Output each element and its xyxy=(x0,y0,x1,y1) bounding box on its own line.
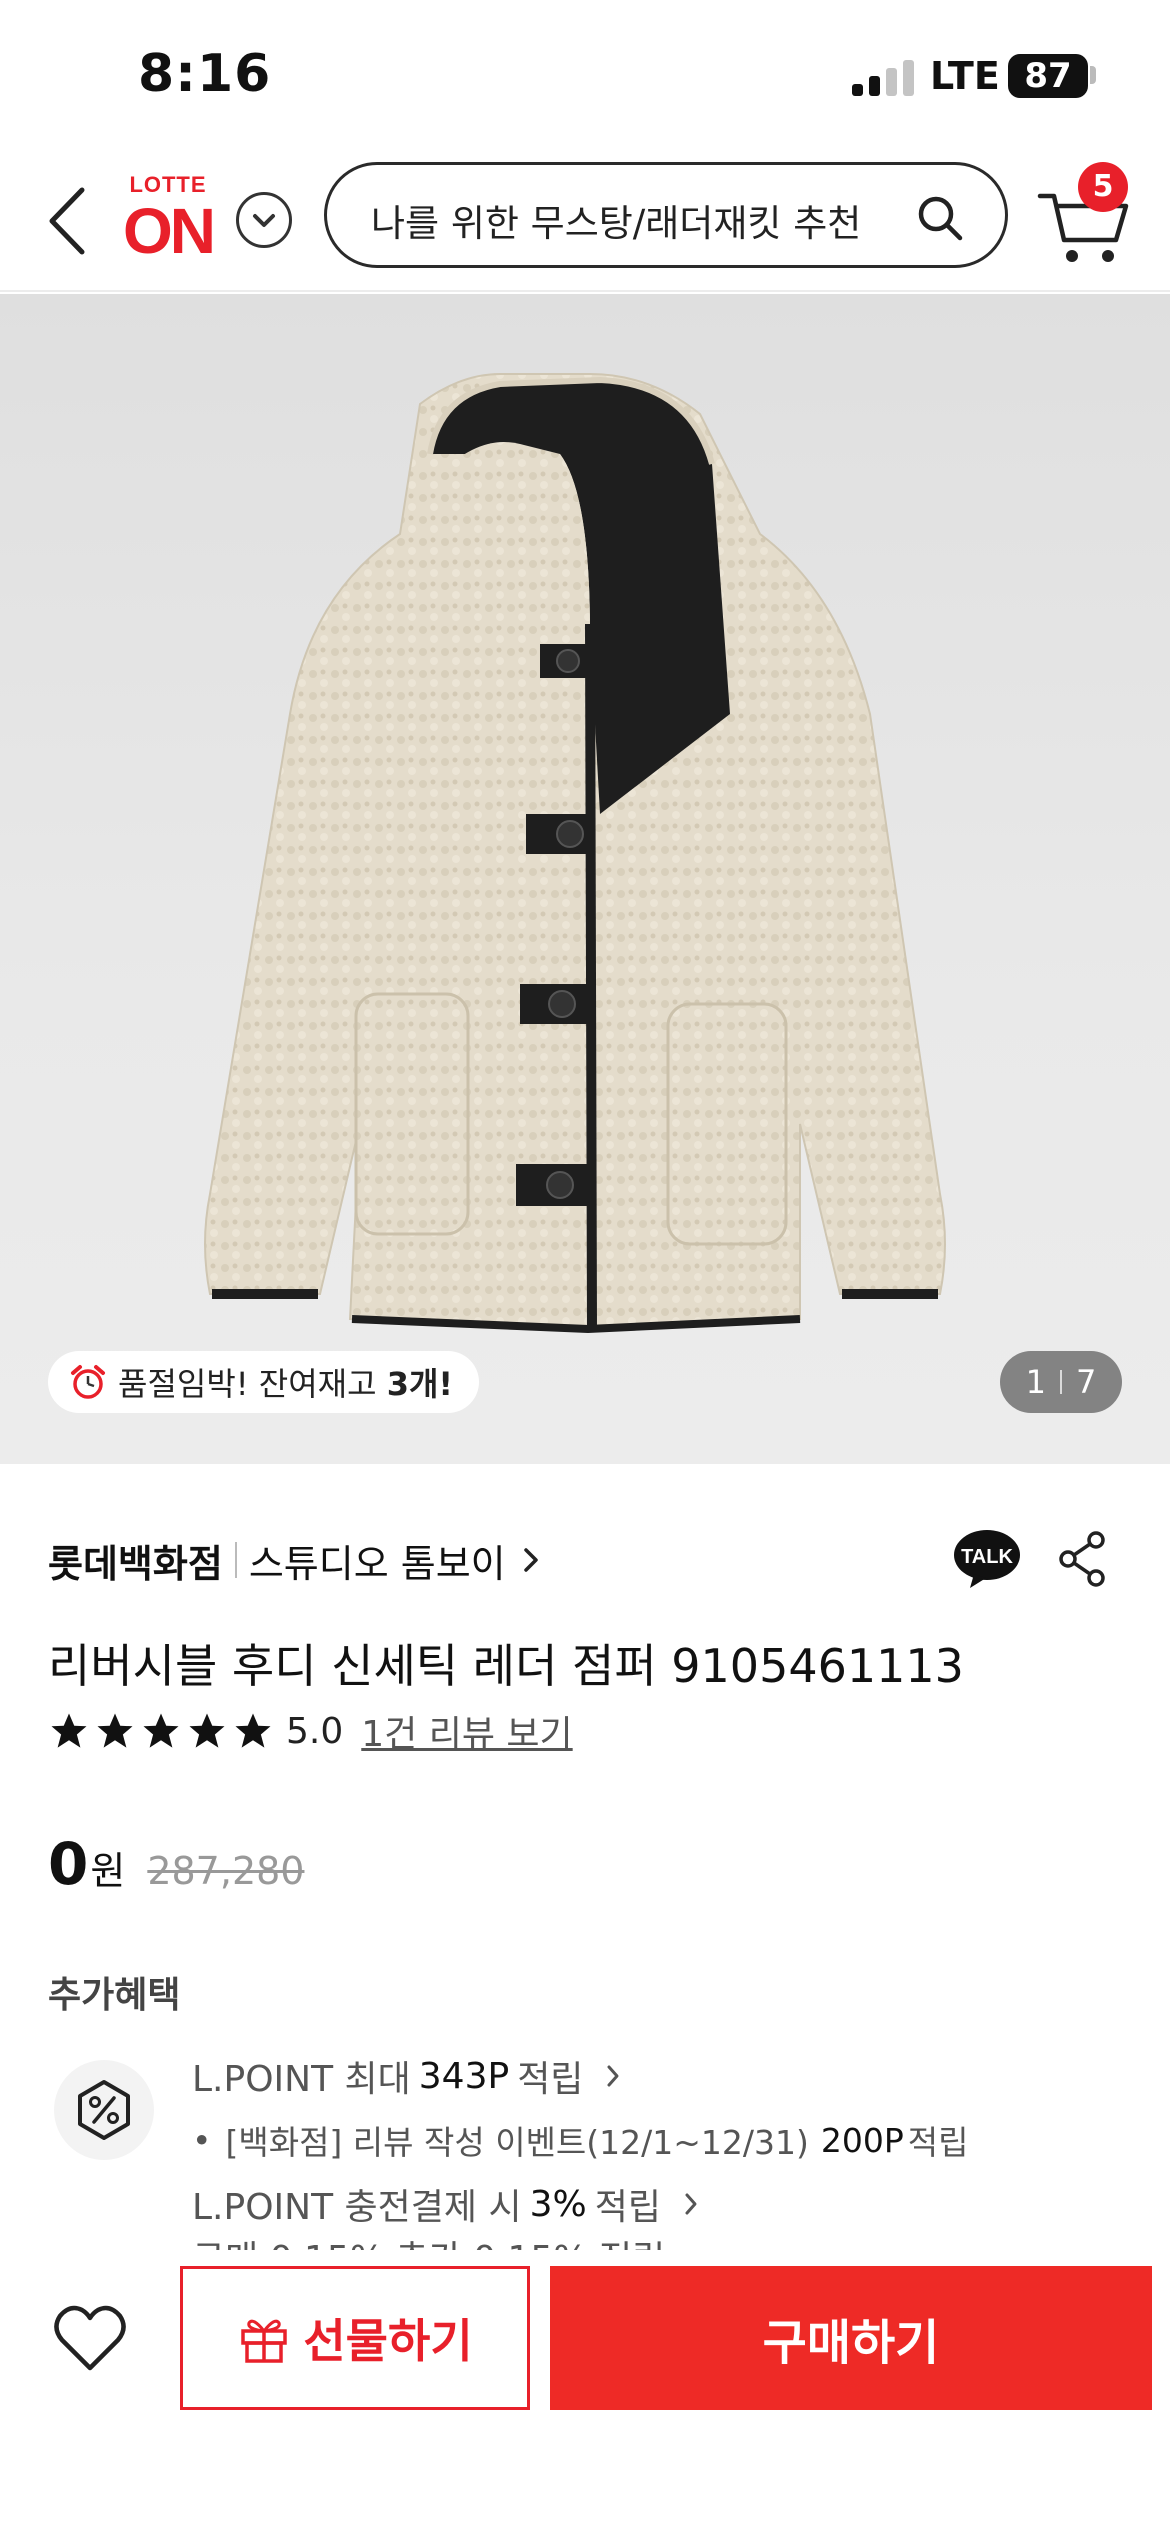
share-button[interactable] xyxy=(1056,1530,1108,1588)
percent-icon xyxy=(78,2080,130,2140)
rating-row: 5.0 1건 리뷰 보기 xyxy=(48,1706,573,1756)
image-pager: 1 7 xyxy=(1000,1351,1122,1413)
star-icon xyxy=(143,1713,179,1748)
rating-stars xyxy=(48,1710,274,1752)
brand-divider xyxy=(234,1542,237,1578)
talk-label: TALK xyxy=(961,1546,1013,1568)
pager-total: 7 xyxy=(1076,1363,1097,1401)
search-placeholder: 나를 위한 무스탕/래더재킷 추천 xyxy=(371,202,862,245)
product-title: 리버시블 후디 신세틱 레더 점퍼 9105461113 xyxy=(48,1639,964,1693)
benefit-lpoint-charge[interactable]: L.POINT 충전결제 시 3% 적립 xyxy=(192,2172,1132,2236)
status-bar: 8:16 LTE 87 xyxy=(0,0,1170,150)
pager-separator xyxy=(1060,1370,1062,1394)
benefits-title: 추가혜택 xyxy=(48,1975,181,2016)
search-icon[interactable] xyxy=(915,193,965,243)
original-price: 287,280 xyxy=(147,1849,305,1893)
star-icon xyxy=(235,1713,271,1748)
buy-button[interactable]: 구매하기 xyxy=(550,2266,1152,2410)
alarm-clock-icon xyxy=(71,1365,105,1399)
product-image xyxy=(204,373,946,1334)
chevron-down-icon xyxy=(253,214,275,227)
brand-row[interactable]: 롯데백화점 스튜디오 톰보이 xyxy=(48,1530,542,1590)
buy-label: 구매하기 xyxy=(762,2315,940,2371)
benefit-badge xyxy=(54,2060,154,2160)
gift-label: 선물하기 xyxy=(303,2314,473,2368)
gift-button[interactable]: 선물하기 xyxy=(180,2266,530,2410)
low-stock-badge: 품절임박! 잔여재고 3개! xyxy=(48,1351,480,1413)
signal-icon xyxy=(852,58,914,96)
star-icon xyxy=(51,1713,87,1748)
star-icon xyxy=(97,1713,133,1748)
benefit-lpoint-max[interactable]: L.POINT 최대 343P 적립 xyxy=(192,2044,1132,2108)
status-time: 8:16 xyxy=(138,44,272,104)
menu-dropdown-button[interactable] xyxy=(236,192,292,248)
network-type: LTE xyxy=(930,54,1000,98)
talk-chat-button[interactable]: TALK xyxy=(952,1528,1022,1590)
chevron-left-icon xyxy=(49,187,85,255)
bullet-dot: • xyxy=(192,2120,212,2160)
low-stock-text: 품절임박! 잔여재고 3개! xyxy=(118,1365,454,1403)
benefit-review-event: • [백화점] 리뷰 작성 이벤트(12/1~12/31) 200P 적립 xyxy=(192,2120,969,2163)
lotte-on-logo[interactable]: LOTTE ON xyxy=(118,172,218,272)
app-header: LOTTE ON 나를 위한 무스탕/래더재킷 추천 5 xyxy=(0,150,1170,292)
cart-count-badge: 5 xyxy=(1078,162,1128,212)
sale-price: 0 xyxy=(48,1830,89,1898)
logo-main-text: ON xyxy=(123,195,216,267)
star-icon xyxy=(189,1713,225,1748)
battery-icon: 87 xyxy=(1008,54,1088,98)
review-link[interactable]: 1건 리뷰 보기 xyxy=(361,1705,572,1757)
gift-icon xyxy=(241,2319,288,2363)
battery-tip xyxy=(1090,66,1096,84)
talk-bubble-icon: TALK xyxy=(954,1530,1020,1588)
product-image-gallery[interactable]: 품절임박! 잔여재고 3개! 1 7 xyxy=(0,294,1170,1464)
chevron-right-icon xyxy=(685,2193,697,2215)
wishlist-button[interactable] xyxy=(50,2300,130,2380)
back-button[interactable] xyxy=(40,176,100,266)
price-row: 0 원 287,280 xyxy=(48,1830,304,1900)
search-input[interactable]: 나를 위한 무스탕/래더재킷 추천 xyxy=(324,162,1008,268)
benefit-list: L.POINT 최대 343P 적립 • [백화점] 리뷰 작성 이벤트(12/… xyxy=(192,2044,1132,2277)
chevron-right-icon xyxy=(523,1548,538,1572)
heart-icon xyxy=(54,2305,126,2371)
brand-name: 롯데백화점 xyxy=(48,1541,223,1586)
bottom-action-bar: 선물하기 구매하기 xyxy=(0,2250,1170,2532)
pager-current: 1 xyxy=(1025,1363,1046,1401)
chevron-right-icon xyxy=(607,2065,619,2087)
rating-value: 5.0 xyxy=(286,1710,344,1752)
low-stock-count: 3개! xyxy=(386,1365,454,1403)
share-icon xyxy=(1059,1531,1105,1587)
store-name: 스튜디오 톰보이 xyxy=(248,1541,506,1586)
price-unit: 원 xyxy=(90,1849,126,1893)
